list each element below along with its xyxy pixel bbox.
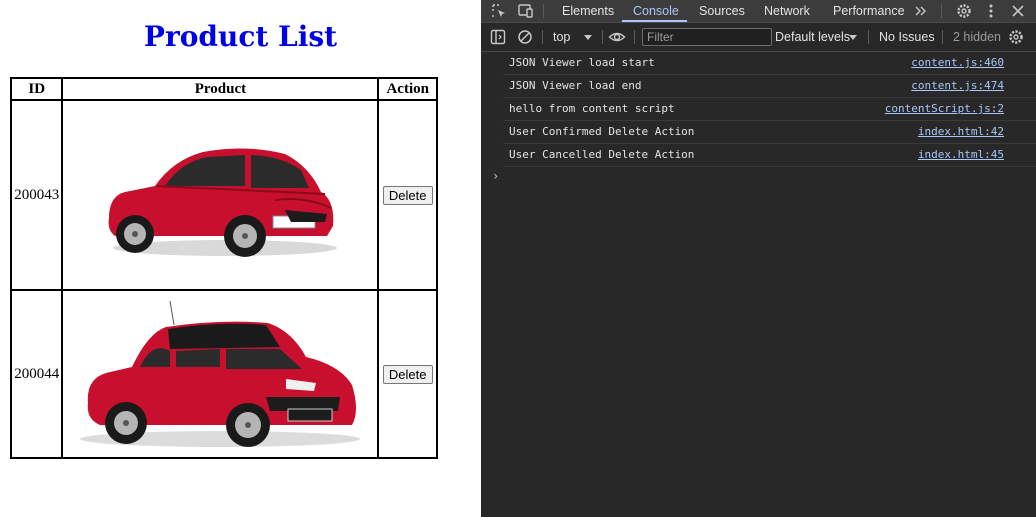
devtools-tabbar: Elements Console Sources Network Perform… xyxy=(481,0,1036,23)
dropdown-arrow-icon[interactable] xyxy=(844,28,862,46)
product-image-cell xyxy=(61,99,380,291)
hidden-count: 2 hidden xyxy=(953,30,1001,44)
tab-elements[interactable]: Elements xyxy=(562,0,614,22)
sidebar-toggle-icon[interactable] xyxy=(489,28,507,46)
table-header-row: ID Product Action xyxy=(9,77,438,101)
console-toolbar: top Default levels No Issues 2 hidden xyxy=(481,23,1036,52)
message-text: JSON Viewer load start xyxy=(509,56,655,69)
kebab-menu-icon[interactable] xyxy=(982,2,1000,20)
clear-console-icon[interactable] xyxy=(516,28,534,46)
inspect-icon[interactable] xyxy=(490,2,508,20)
message-text: JSON Viewer load end xyxy=(509,79,642,92)
close-icon[interactable] xyxy=(1009,2,1027,20)
console-message: JSON Viewer load end content.js:474 xyxy=(503,75,1036,98)
red-hatchback-car-image xyxy=(109,148,338,257)
header-product: Product xyxy=(61,77,380,101)
dropdown-arrow-icon[interactable] xyxy=(579,28,597,46)
header-id: ID xyxy=(9,77,64,101)
action-cell: Delete xyxy=(377,99,438,291)
tab-network[interactable]: Network xyxy=(764,0,810,22)
table-row: 200043 Delete xyxy=(9,99,438,291)
hidden-settings-icon[interactable] xyxy=(1007,28,1025,46)
page-title: Product List xyxy=(143,20,338,53)
context-selector[interactable]: top xyxy=(553,23,570,51)
source-link[interactable]: index.html:45 xyxy=(918,144,1004,166)
web-page: Product List ID Product Action 200043 De… xyxy=(0,0,481,517)
console-message: User Cancelled Delete Action index.html:… xyxy=(503,144,1036,167)
product-id-cell: 200044 xyxy=(9,289,64,459)
table-row: 200044 Delete xyxy=(9,289,438,459)
source-link[interactable]: index.html:42 xyxy=(918,121,1004,143)
console-prompt[interactable]: › xyxy=(492,169,499,183)
source-link[interactable]: content.js:460 xyxy=(911,52,1004,74)
product-table: ID Product Action 200043 Delete 200044 D… xyxy=(9,77,438,459)
source-link[interactable]: content.js:474 xyxy=(911,75,1004,97)
more-tabs-icon[interactable] xyxy=(912,2,930,20)
console-message: JSON Viewer load start content.js:460 xyxy=(503,52,1036,75)
console-messages: JSON Viewer load start content.js:460 JS… xyxy=(481,52,1036,167)
settings-icon[interactable] xyxy=(955,2,973,20)
tab-sources[interactable]: Sources xyxy=(699,0,745,22)
delete-button[interactable]: Delete xyxy=(382,364,433,384)
toolbar-divider xyxy=(634,30,635,44)
device-toggle-icon[interactable] xyxy=(517,2,535,20)
product-image-cell xyxy=(61,289,380,459)
tab-performance[interactable]: Performance xyxy=(833,0,905,22)
product-id-cell: 200043 xyxy=(9,99,64,291)
tabbar-divider xyxy=(543,4,544,18)
tabbar-divider xyxy=(941,4,942,18)
tab-console[interactable]: Console xyxy=(633,0,679,22)
message-text: User Cancelled Delete Action xyxy=(509,148,695,161)
red-hatchback-car-image xyxy=(80,300,361,447)
active-tab-indicator xyxy=(622,20,687,22)
toolbar-divider xyxy=(602,30,603,44)
message-text: hello from content script xyxy=(509,102,675,115)
toolbar-divider xyxy=(542,30,543,44)
eye-icon[interactable] xyxy=(608,28,626,46)
message-text: User Confirmed Delete Action xyxy=(509,125,695,138)
source-link[interactable]: contentScript.js:2 xyxy=(885,98,1004,120)
delete-button[interactable]: Delete xyxy=(382,185,433,205)
toolbar-divider xyxy=(868,30,869,44)
action-cell: Delete xyxy=(377,289,438,459)
issues-button[interactable]: No Issues xyxy=(879,23,935,51)
devtools-panel: Elements Console Sources Network Perform… xyxy=(481,0,1036,517)
filter-input[interactable] xyxy=(642,28,772,46)
toolbar-divider xyxy=(942,30,943,44)
console-message: hello from content script contentScript.… xyxy=(503,98,1036,121)
header-action: Action xyxy=(377,77,438,101)
log-levels-dropdown[interactable]: Default levels xyxy=(775,23,850,51)
console-message: User Confirmed Delete Action index.html:… xyxy=(503,121,1036,144)
